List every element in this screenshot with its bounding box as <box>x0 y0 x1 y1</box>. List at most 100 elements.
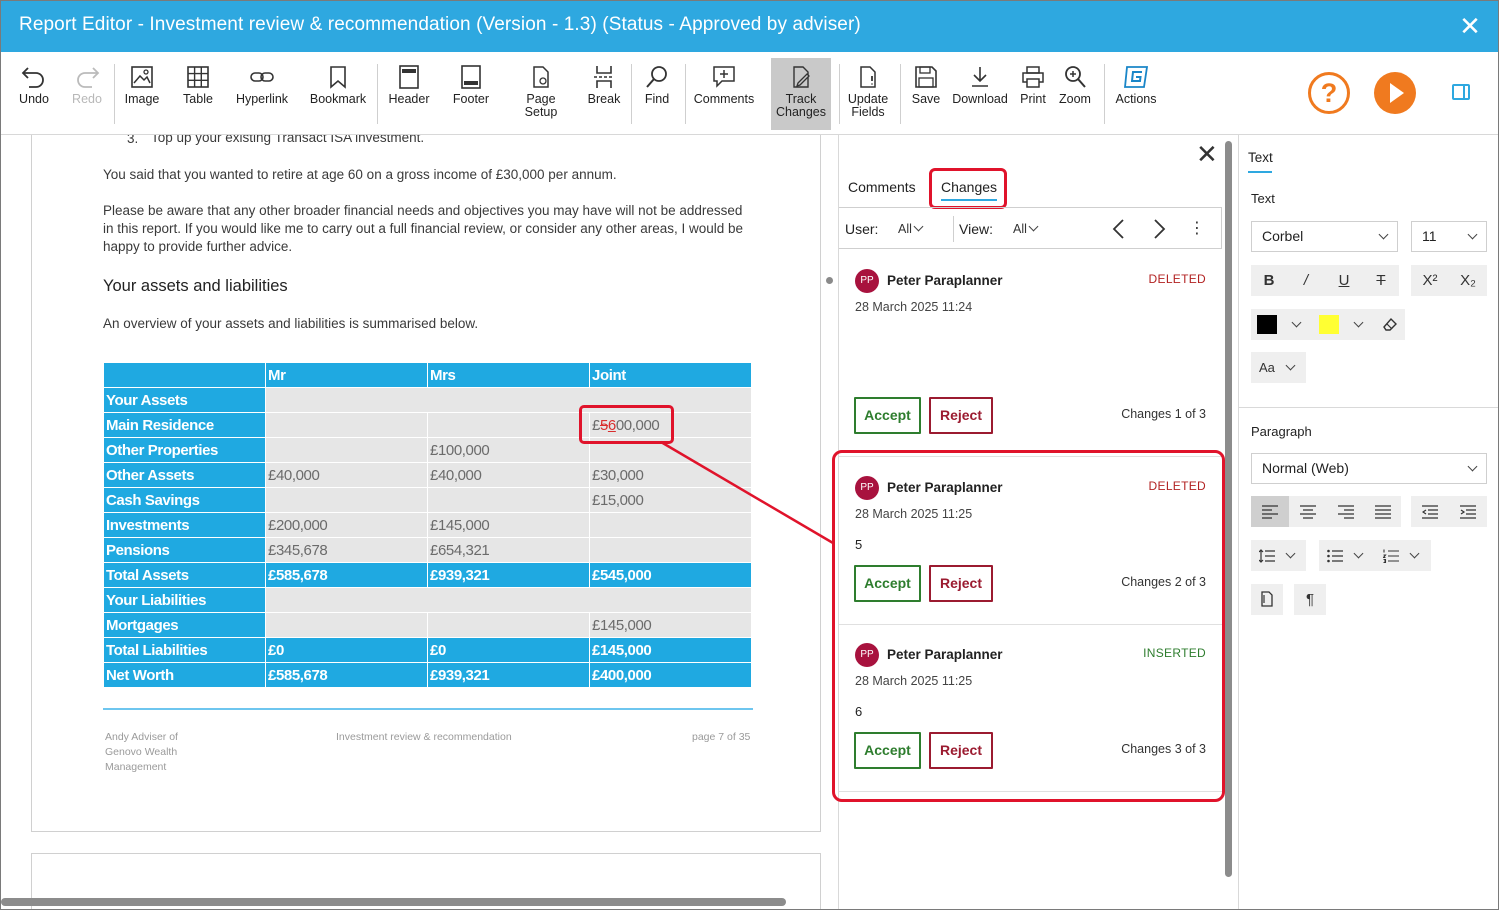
line-spacing-dropdown[interactable] <box>1251 540 1306 571</box>
font-family-select[interactable]: Corbel <box>1251 221 1398 252</box>
row-label[interactable]: Mortgages <box>103 612 266 638</box>
numbered-list-dropdown[interactable] <box>1375 540 1431 571</box>
table-cell[interactable] <box>265 412 428 438</box>
row-label[interactable]: Other Assets <box>103 462 266 488</box>
table-button[interactable]: Table <box>177 58 219 130</box>
print-button[interactable]: Print <box>1014 58 1052 130</box>
download-button[interactable]: Download <box>951 58 1009 130</box>
vertical-scrollbar[interactable] <box>1225 141 1232 877</box>
italic-button[interactable]: / <box>1287 265 1325 296</box>
table-cell[interactable]: £345,678 <box>265 537 428 563</box>
more-options-icon[interactable]: ⋮ <box>1189 218 1205 238</box>
table-cell[interactable]: £939,321 <box>427 562 590 588</box>
find-button[interactable]: Find <box>637 58 677 130</box>
align-left-button[interactable] <box>1251 496 1289 527</box>
footer-button[interactable]: Footer <box>448 58 494 130</box>
table-cell[interactable]: £400,000 <box>589 662 752 688</box>
align-center-button[interactable] <box>1289 496 1327 527</box>
horizontal-scrollbar[interactable] <box>1 898 786 906</box>
subscript-button[interactable]: X₂ <box>1449 265 1487 296</box>
tab-comments[interactable]: Comments <box>848 179 916 195</box>
table-cell[interactable] <box>589 512 752 538</box>
close-window-button[interactable]: ✕ <box>1457 11 1483 41</box>
show-formatting-marks-button[interactable]: ¶ <box>1294 584 1326 615</box>
row-label[interactable]: Your Liabilities <box>103 587 266 613</box>
table-cell[interactable]: £0 <box>427 637 590 663</box>
table-cell[interactable] <box>427 412 590 438</box>
break-button[interactable]: Break <box>583 58 625 130</box>
bold-button[interactable]: B <box>1251 265 1287 296</box>
row-label[interactable]: Total Assets <box>103 562 266 588</box>
highlight-color-picker[interactable] <box>1313 309 1375 340</box>
table-cell[interactable]: £200,000 <box>265 512 428 538</box>
underline-button[interactable]: U <box>1325 265 1363 296</box>
tab-text[interactable]: Text <box>1248 150 1273 173</box>
table-cell[interactable] <box>265 387 752 413</box>
undo-button[interactable]: Undo <box>13 58 55 130</box>
table-cell[interactable]: £145,000 <box>589 637 752 663</box>
paragraph-scope-line-1[interactable]: Please be aware that any other broader f… <box>103 202 742 220</box>
table-cell[interactable]: £145,000 <box>427 512 590 538</box>
paragraph-style-select[interactable]: Normal (Web) <box>1251 453 1487 484</box>
track-changes-button[interactable]: Track Changes <box>771 58 831 130</box>
table-cell[interactable]: £30,000 <box>589 462 752 488</box>
change-card[interactable]: PP Peter Paraplanner DELETED 28 March 20… <box>839 251 1222 457</box>
accept-change-button[interactable]: Accept <box>854 397 921 434</box>
side-panel-toggle-icon[interactable] <box>1452 84 1470 100</box>
table-cell[interactable]: £654,321 <box>427 537 590 563</box>
decrease-indent-button[interactable] <box>1411 496 1449 527</box>
table-cell[interactable] <box>265 487 428 513</box>
font-color-picker[interactable] <box>1251 309 1313 340</box>
align-right-button[interactable] <box>1327 496 1365 527</box>
section-heading[interactable]: Your assets and liabilities <box>103 277 288 296</box>
paragraph-overview[interactable]: An overview of your assets and liabiliti… <box>103 315 478 333</box>
zoom-button[interactable]: Zoom <box>1055 58 1095 130</box>
comments-button[interactable]: Comments <box>693 58 755 130</box>
clear-formatting-button[interactable] <box>1375 309 1405 340</box>
table-cell[interactable] <box>265 587 752 613</box>
row-label[interactable]: Your Assets <box>103 387 266 413</box>
table-cell[interactable]: £100,000 <box>427 437 590 463</box>
table-cell[interactable] <box>427 487 590 513</box>
strikethrough-button[interactable]: T <box>1363 265 1399 296</box>
view-filter-dropdown[interactable]: All <box>1013 221 1039 236</box>
table-cell[interactable]: £939,321 <box>427 662 590 688</box>
image-button[interactable]: Image <box>119 58 165 130</box>
next-change-button[interactable] <box>1147 216 1171 242</box>
list-item-text[interactable]: Top up your existing Transact ISA invest… <box>151 135 424 147</box>
bullet-list-dropdown[interactable] <box>1319 540 1375 571</box>
page-setup-button[interactable]: Page Setup <box>519 58 563 130</box>
paragraph-scope-line-2[interactable]: in this report. If you would like me to … <box>103 220 743 238</box>
row-label[interactable]: Net Worth <box>103 662 266 688</box>
previous-change-button[interactable] <box>1107 216 1131 242</box>
help-button[interactable]: ? <box>1308 72 1350 114</box>
justify-button[interactable] <box>1365 496 1401 527</box>
paragraph-settings-button[interactable] <box>1251 584 1283 615</box>
table-cell[interactable]: £40,000 <box>427 462 590 488</box>
reject-change-button[interactable]: Reject <box>929 397 993 434</box>
table-cell[interactable] <box>265 612 428 638</box>
bookmark-button[interactable]: Bookmark <box>307 58 369 130</box>
row-label[interactable]: Investments <box>103 512 266 538</box>
table-cell[interactable] <box>265 437 428 463</box>
table-cell[interactable]: £15,000 <box>589 487 752 513</box>
user-filter-dropdown[interactable]: All <box>898 221 924 236</box>
paragraph-scope-line-3[interactable]: happy to provide further advice. <box>103 238 292 256</box>
row-label[interactable]: Pensions <box>103 537 266 563</box>
table-cell[interactable]: £0 <box>265 637 428 663</box>
table-cell[interactable]: £545,000 <box>589 562 752 588</box>
table-cell[interactable]: £40,000 <box>265 462 428 488</box>
superscript-button[interactable]: X² <box>1411 265 1449 296</box>
play-tour-button[interactable] <box>1374 72 1416 114</box>
change-marker-dot[interactable] <box>826 277 833 284</box>
update-fields-button[interactable]: Update Fields <box>845 58 891 130</box>
row-label[interactable]: Other Properties <box>103 437 266 463</box>
paragraph-retirement[interactable]: You said that you wanted to retire at ag… <box>103 166 617 184</box>
row-label[interactable]: Cash Savings <box>103 487 266 513</box>
table-cell[interactable] <box>427 612 590 638</box>
change-case-dropdown[interactable]: Aa <box>1251 352 1306 383</box>
header-button[interactable]: Header <box>386 58 432 130</box>
row-label[interactable]: Main Residence <box>103 412 266 438</box>
table-cell[interactable]: £585,678 <box>265 562 428 588</box>
actions-button[interactable]: Actions <box>1111 58 1161 130</box>
